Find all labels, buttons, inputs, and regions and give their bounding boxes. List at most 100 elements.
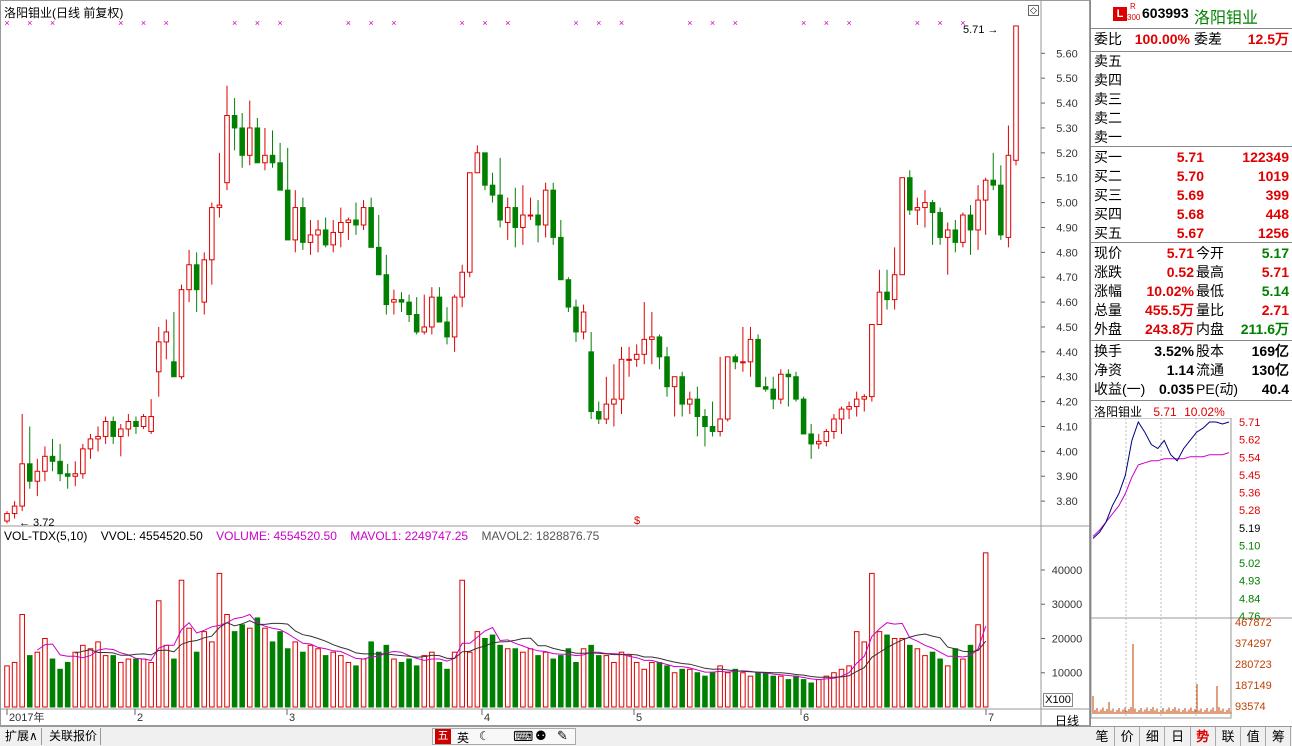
right-tab-0[interactable]: 笔 (1090, 727, 1115, 746)
mini-price-tick: 5.36 (1239, 488, 1260, 500)
volume-bar (732, 668, 739, 708)
candle (64, 463, 71, 489)
signal-mark: × (938, 18, 943, 28)
candle (755, 334, 761, 388)
volume-bar (239, 624, 245, 708)
candle (944, 222, 951, 275)
price-tick: 4.00 (1056, 446, 1077, 458)
signal-mark: × (50, 18, 55, 28)
right-tab-6[interactable]: 值 (1241, 727, 1267, 746)
volume-bar (482, 637, 488, 708)
ime-mode-icon[interactable]: 五 (435, 729, 451, 744)
stat2-row: 收益(一) 0.035 PE(动) 40.4 (1094, 380, 1290, 399)
volume-bar (709, 672, 716, 708)
stat-label: 最高 (1196, 264, 1224, 280)
candle (338, 207, 344, 248)
candle (869, 323, 875, 402)
date-tick: 2017年 (9, 710, 44, 724)
right-tab-5[interactable]: 联 (1216, 727, 1241, 746)
candle (368, 197, 374, 248)
volume-tick: 30000 (1052, 599, 1083, 611)
signal-mark: × (733, 18, 738, 28)
chart-area[interactable]: 洛阳钼业(日线 前复权) ◇ 5.60 5.50 5.40 5.30 5.20 5.10 5… (0, 0, 1090, 728)
right-tab-3[interactable]: 日 (1166, 727, 1191, 746)
candle (118, 424, 124, 457)
volume-bar (353, 665, 359, 708)
date-tick: 2 (137, 712, 143, 724)
volume-bar (520, 651, 526, 708)
ime-english-icon[interactable]: 英 (457, 729, 469, 746)
volume-bar (641, 668, 648, 708)
volume-bar (171, 658, 177, 708)
candle (42, 446, 48, 482)
candle (451, 294, 458, 352)
candle (322, 217, 329, 248)
volume-bar (512, 648, 519, 708)
candle (891, 247, 898, 310)
buy-level-4-label: 买四 (1094, 206, 1122, 222)
kline-chart[interactable]: 5.60 5.50 5.40 5.30 5.20 5.10 5.00 4.90 4.80 4.70… (1, 1, 1089, 725)
badge-r[interactable]: R (1130, 2, 1136, 11)
ime-user-icon[interactable]: ⚉ (535, 728, 547, 744)
volume-bar (633, 661, 640, 708)
candle (687, 391, 693, 415)
candle (535, 200, 541, 243)
buy-level-5: 买五 5.67 1256 (1094, 224, 1290, 243)
mini-volume-tick: 280723 (1235, 659, 1272, 671)
candle (300, 197, 306, 250)
volume-bar (914, 648, 921, 708)
candle (656, 334, 663, 370)
volume-bar (724, 672, 731, 708)
tab-related-quotes[interactable]: 关联报价 (46, 728, 102, 745)
candle (444, 307, 450, 345)
volume-bar (451, 651, 458, 708)
candle (512, 187, 519, 248)
volume-bar (155, 600, 162, 708)
weibi-value: 100.00% (1134, 31, 1190, 47)
volume-tick: 10000 (1052, 668, 1083, 680)
stat2-row: 净资 1.14 流通 130亿 (1094, 361, 1290, 380)
stat2-value: 3.52% (1154, 343, 1194, 359)
signal-mark: × (801, 18, 806, 28)
candle (292, 190, 299, 253)
buy-level-2: 买二 5.70 1019 (1094, 167, 1290, 186)
volume-bar (11, 661, 18, 708)
candle (34, 458, 41, 497)
stat2-value: 169亿 (1251, 343, 1289, 359)
right-tab-1[interactable]: 价 (1115, 727, 1141, 746)
stat2-row: 换手 3.52% 股本 169亿 (1094, 342, 1290, 361)
volume-bar (269, 641, 276, 708)
ime-keyboard-icon[interactable]: ⌨ (513, 728, 533, 745)
badge-l[interactable]: L (1113, 7, 1127, 21)
candle (914, 197, 921, 225)
mini-price-tick: 5.19 (1239, 523, 1260, 535)
intraday-chart[interactable]: 5.71 5.62 5.54 5.45 5.36 5.28 5.19 5.10 5.02 4.93… (1091, 418, 1292, 726)
volume-bar (960, 658, 966, 708)
candle (345, 217, 352, 240)
candle (717, 356, 723, 437)
ime-settings-icon[interactable]: ✎ (557, 728, 568, 744)
stat2-label: 换手 (1094, 343, 1122, 359)
ime-moon-icon[interactable]: ☾ (479, 729, 490, 743)
stat-row: 外盘 243.8万 内盘 211.6万 (1094, 320, 1290, 339)
signal-mark: × (573, 18, 578, 28)
volume-bar (57, 668, 63, 708)
volume-bar (762, 672, 769, 708)
stat2-label: PE(动) (1196, 381, 1238, 397)
badge-300[interactable]: 300 (1127, 13, 1140, 22)
volume-bar (284, 648, 291, 708)
candle (922, 190, 928, 228)
right-tab-4[interactable]: 势 (1191, 727, 1216, 746)
right-tab-2[interactable]: 细 (1140, 727, 1166, 746)
tab-expand[interactable]: 扩展∧ (2, 728, 42, 745)
volume-bar (755, 672, 761, 708)
right-tab-7[interactable]: 筹 (1266, 727, 1292, 746)
candle (201, 252, 208, 315)
candle (595, 401, 602, 424)
sell-level-2-label: 卖二 (1094, 110, 1122, 126)
volume-bar (391, 658, 397, 708)
mini-volume-tick: 187149 (1235, 680, 1272, 692)
signal-mark: × (277, 18, 282, 28)
candle (269, 130, 276, 168)
candle (186, 249, 192, 303)
